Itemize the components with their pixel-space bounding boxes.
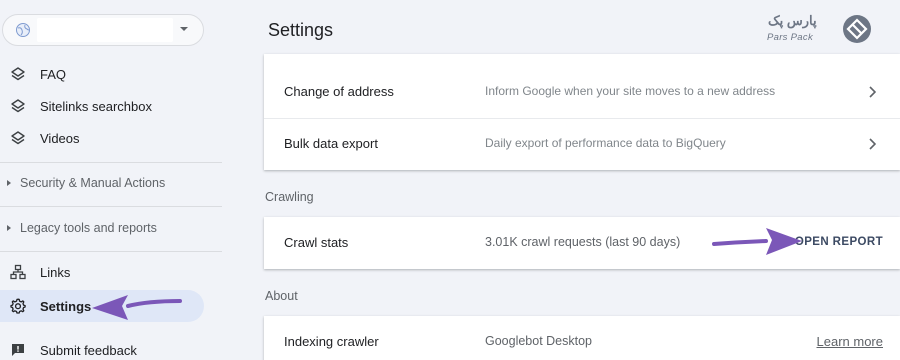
row-title: Change of address xyxy=(284,84,394,99)
sidebar: FAQ Sitelinks searchbox Videos Security … xyxy=(0,0,240,360)
sidebar-item-sitelinks-searchbox[interactable]: Sitelinks searchbox xyxy=(0,90,204,122)
sidebar-section-legacy-tools[interactable]: Legacy tools and reports xyxy=(0,210,220,246)
logo-text-fa: پارس پک xyxy=(768,13,817,28)
row-description: Inform Google when your site moves to a … xyxy=(485,84,776,98)
caret-right-icon xyxy=(7,225,11,231)
crawl-requests-value: 3.01K crawl requests (last 90 days) xyxy=(485,235,681,249)
sidebar-divider xyxy=(0,206,222,207)
layers-icon xyxy=(11,99,25,113)
logo-mark-icon xyxy=(843,15,871,43)
sidebar-item-faq[interactable]: FAQ xyxy=(0,58,204,90)
row-title: Crawl stats xyxy=(284,235,349,250)
logo-text-en: Pars Pack xyxy=(767,32,813,43)
row-title: Indexing crawler xyxy=(284,334,379,349)
sidebar-divider xyxy=(0,251,222,252)
sidebar-item-label: Sitelinks searchbox xyxy=(40,98,152,114)
settings-row-crawl-stats: Crawl stats 3.01K crawl requests (last 9… xyxy=(264,217,900,269)
sidebar-item-label: Submit feedback xyxy=(40,342,137,358)
sidebar-item-label: Settings xyxy=(40,298,92,314)
feedback-icon xyxy=(12,344,24,356)
property-selector[interactable] xyxy=(2,14,204,46)
sitemap-icon xyxy=(10,264,26,280)
settings-row-change-of-address[interactable]: Change of address Inform Google when you… xyxy=(264,66,900,118)
layers-icon xyxy=(11,67,25,81)
gear-icon xyxy=(10,298,26,314)
section-heading-about: About xyxy=(265,289,298,303)
sidebar-section-label: Security & Manual Actions xyxy=(20,176,166,190)
settings-row-indexing-crawler: Indexing crawler Googlebot Desktop Learn… xyxy=(264,316,900,360)
sidebar-item-label: Videos xyxy=(40,130,80,146)
pars-pack-logo: پارس پک Pars Pack xyxy=(760,12,880,48)
learn-more-link[interactable]: Learn more xyxy=(817,334,883,349)
open-report-button[interactable]: OPEN REPORT xyxy=(795,236,883,248)
layers-icon xyxy=(11,131,25,145)
sidebar-item-label: FAQ xyxy=(40,66,67,82)
sidebar-section-security[interactable]: Security & Manual Actions xyxy=(0,165,220,201)
section-heading-crawling: Crawling xyxy=(265,190,314,204)
crawling-card: Crawl stats 3.01K crawl requests (last 9… xyxy=(264,217,900,269)
sidebar-item-settings[interactable]: Settings xyxy=(0,290,204,322)
indexing-crawler-value: Googlebot Desktop xyxy=(485,334,593,348)
caret-right-icon xyxy=(7,180,11,186)
about-card: Indexing crawler Googlebot Desktop Learn… xyxy=(264,316,900,360)
caret-down-icon[interactable] xyxy=(179,26,189,32)
chevron-right-icon xyxy=(869,86,876,98)
sidebar-section-label: Legacy tools and reports xyxy=(20,221,157,235)
row-description: Daily export of performance data to BigQ… xyxy=(485,136,726,150)
general-settings-card: Change of address Inform Google when you… xyxy=(264,54,900,170)
sidebar-item-videos[interactable]: Videos xyxy=(0,122,204,154)
globe-icon xyxy=(16,23,30,37)
sidebar-item-label: Links xyxy=(40,264,71,280)
chevron-right-icon xyxy=(869,138,876,150)
page-title: Settings xyxy=(268,20,334,40)
sidebar-divider xyxy=(0,162,222,163)
property-url-field[interactable] xyxy=(37,18,173,42)
settings-row-bulk-data-export[interactable]: Bulk data export Daily export of perform… xyxy=(264,118,900,170)
sidebar-item-links[interactable]: Links xyxy=(0,256,204,288)
sidebar-item-submit-feedback[interactable]: Submit feedback xyxy=(0,334,204,360)
row-title: Bulk data export xyxy=(284,136,378,151)
